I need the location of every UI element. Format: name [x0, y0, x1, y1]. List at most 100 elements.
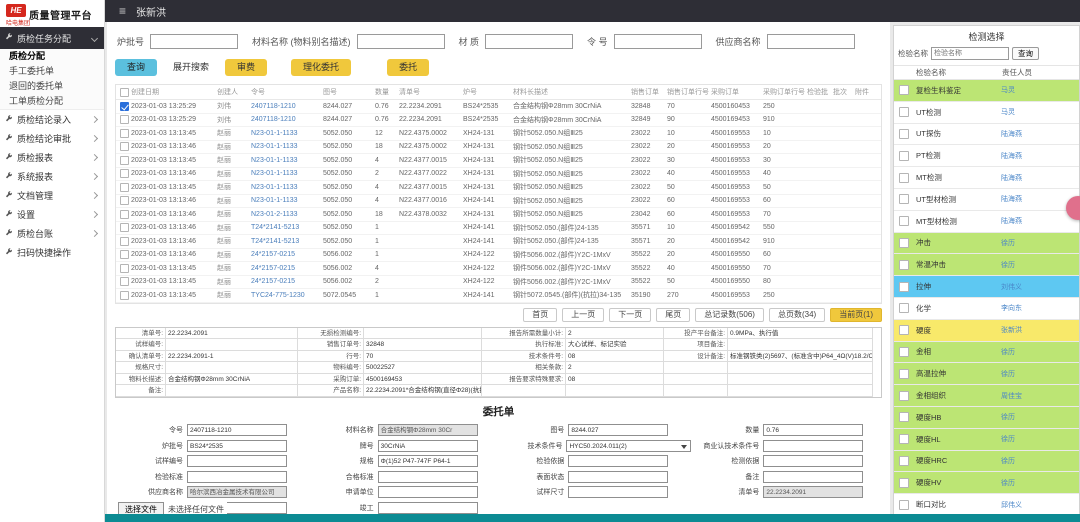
- form-field-input[interactable]: [763, 471, 863, 483]
- table-row[interactable]: 2023-01-03 13:25:29刘伟2407118-12108244.02…: [116, 114, 881, 128]
- row-checkbox[interactable]: [120, 169, 129, 178]
- inspection-item-row[interactable]: 高温拉伸徐历: [894, 363, 1079, 385]
- form-field-input[interactable]: [187, 455, 287, 467]
- inspection-item-row[interactable]: UT型材检测陆海燕: [894, 189, 1079, 211]
- menu-toggle-icon[interactable]: ≡: [119, 4, 126, 18]
- cell-order-no[interactable]: 24*2157-0215: [249, 278, 321, 285]
- toolbar-button[interactable]: 委托: [387, 59, 429, 76]
- sidebar-subitem[interactable]: 手工委托单: [0, 64, 104, 79]
- form-field-input[interactable]: [568, 471, 668, 483]
- table-row[interactable]: 2023-01-03 13:13:46赵丽T24*2141-52135052.0…: [116, 235, 881, 249]
- cell-order-no[interactable]: N23-01-1-1133: [249, 143, 321, 150]
- inspection-item-row[interactable]: 化学李向东: [894, 298, 1079, 320]
- table-row[interactable]: 2023-01-03 13:13:46赵丽N23-01-1-11335052.0…: [116, 195, 881, 209]
- form-field-input[interactable]: [568, 486, 668, 498]
- inspection-checkbox[interactable]: [899, 260, 909, 270]
- table-row[interactable]: 2023-01-03 13:25:29刘伟2407118-12108244.02…: [116, 100, 881, 114]
- pager-button[interactable]: 总页数(34): [769, 308, 825, 322]
- form-field-input[interactable]: [378, 486, 478, 498]
- cell-order-no[interactable]: 24*2157-0215: [249, 265, 321, 272]
- pager-button[interactable]: 当前页(1): [830, 308, 882, 322]
- cell-order-no[interactable]: N23-01-1-1133: [249, 157, 321, 164]
- pager-button[interactable]: 上一页: [562, 308, 604, 322]
- form-field-input[interactable]: [763, 440, 863, 452]
- select-all-checkbox[interactable]: [120, 88, 129, 97]
- inspection-checkbox[interactable]: [899, 369, 909, 379]
- sidebar-group-item[interactable]: 质检结论录入: [0, 110, 104, 129]
- inspection-item-row[interactable]: 断口对比邱伟义: [894, 494, 1079, 515]
- cell-order-no[interactable]: 2407118-1210: [249, 116, 321, 123]
- row-checkbox[interactable]: [120, 142, 129, 151]
- form-field-input[interactable]: 22.2234.2091: [763, 486, 863, 498]
- row-checkbox[interactable]: [120, 291, 129, 300]
- table-row[interactable]: 2023-01-03 13:13:46赵丽N23-01-1-11335052.0…: [116, 168, 881, 182]
- inspection-item-row[interactable]: 金相组织周佳宝: [894, 385, 1079, 407]
- inspection-item-row[interactable]: 硬度张新洪: [894, 320, 1079, 342]
- inspection-item-row[interactable]: 拉伸刘伟义: [894, 276, 1079, 298]
- row-checkbox[interactable]: [120, 237, 129, 246]
- inspection-checkbox[interactable]: [899, 412, 909, 422]
- inspection-checkbox[interactable]: [899, 391, 909, 401]
- current-user[interactable]: 张新洪: [136, 4, 166, 19]
- inspection-checkbox[interactable]: [899, 238, 909, 248]
- row-checkbox[interactable]: [120, 196, 129, 205]
- table-row[interactable]: 2023-01-03 13:13:45赵丽N23-01-1-11335052.0…: [116, 154, 881, 168]
- form-field-input[interactable]: Φ(1)52 P47-747F P64-1: [378, 455, 478, 467]
- toolbar-button[interactable]: 查询: [115, 59, 157, 76]
- search-field-input[interactable]: [767, 34, 855, 49]
- sidebar-group-item[interactable]: 文档管理: [0, 186, 104, 205]
- row-checkbox[interactable]: [120, 156, 129, 165]
- sidebar-header-inspection-tasks[interactable]: 质检任务分配: [0, 27, 104, 49]
- table-row[interactable]: 2023-01-03 13:13:46赵丽T24*2141-52135052.0…: [116, 222, 881, 236]
- table-row[interactable]: 2023-01-03 13:13:45赵丽N23-01-1-11335052.0…: [116, 127, 881, 141]
- pager-button[interactable]: 尾页: [656, 308, 690, 322]
- table-row[interactable]: 2023-01-03 13:13:46赵丽24*2157-02155056.00…: [116, 249, 881, 263]
- row-checkbox[interactable]: [120, 115, 129, 124]
- form-field-input[interactable]: 30CrNiA: [378, 440, 478, 452]
- cell-order-no[interactable]: N23-01-1-1133: [249, 197, 321, 204]
- inspection-checkbox[interactable]: [899, 347, 909, 357]
- sidebar-subitem[interactable]: 退回的委托单: [0, 79, 104, 94]
- sidebar-group-item[interactable]: 扫码快捷操作: [0, 243, 104, 262]
- inspection-item-row[interactable]: 常温冲击徐历: [894, 254, 1079, 276]
- inspection-checkbox[interactable]: [899, 282, 909, 292]
- cell-order-no[interactable]: N23-01-2-1133: [249, 211, 321, 218]
- row-checkbox[interactable]: [120, 129, 129, 138]
- inspection-checkbox[interactable]: [899, 303, 909, 313]
- form-field-input[interactable]: 2407118-1210: [187, 424, 287, 436]
- row-checkbox[interactable]: [120, 277, 129, 286]
- table-row[interactable]: 2023-01-03 13:13:45赵丽24*2157-02155056.00…: [116, 276, 881, 290]
- form-field-select[interactable]: HYC50.2024.011(2): [566, 440, 691, 452]
- inspection-item-row[interactable]: UT探伤陆海燕: [894, 124, 1079, 146]
- inspection-item-row[interactable]: PT检测陆海燕: [894, 145, 1079, 167]
- sidebar-group-item[interactable]: 质检结论审批: [0, 129, 104, 148]
- toolbar-button[interactable]: 理化委托: [291, 59, 351, 76]
- form-field-input[interactable]: 0.76: [763, 424, 863, 436]
- inspection-item-row[interactable]: 硬度HRC徐历: [894, 451, 1079, 473]
- inspection-checkbox[interactable]: [899, 107, 909, 117]
- inspection-item-row[interactable]: 硬度HL徐历: [894, 429, 1079, 451]
- cell-order-no[interactable]: N23-01-1-1133: [249, 130, 321, 137]
- inspection-item-row[interactable]: 冲击徐历: [894, 233, 1079, 255]
- inspection-checkbox[interactable]: [899, 194, 909, 204]
- inspection-item-row[interactable]: MT检测陆海燕: [894, 167, 1079, 189]
- search-field-input[interactable]: [485, 34, 573, 49]
- cell-order-no[interactable]: 2407118-1210: [249, 103, 321, 110]
- pager-button[interactable]: 总记录数(506): [695, 308, 764, 322]
- inspection-checkbox[interactable]: [899, 325, 909, 335]
- row-checkbox[interactable]: [120, 183, 129, 192]
- form-field-input[interactable]: [378, 471, 478, 483]
- search-field-input[interactable]: [357, 34, 445, 49]
- form-field-input[interactable]: 合金结构钢Φ28mm 30Cr: [378, 424, 478, 436]
- row-checkbox[interactable]: [120, 223, 129, 232]
- inspection-checkbox[interactable]: [899, 129, 909, 139]
- pager-button[interactable]: 首页: [523, 308, 557, 322]
- cell-order-no[interactable]: TYC24-775-1230: [249, 292, 321, 299]
- inspection-checkbox[interactable]: [899, 478, 909, 488]
- table-row[interactable]: 2023-01-03 13:13:45赵丽24*2157-02155056.00…: [116, 262, 881, 276]
- search-field-input[interactable]: [614, 34, 702, 49]
- sidebar-group-item[interactable]: 系统报表: [0, 167, 104, 186]
- toolbar-button[interactable]: 展开搜索: [165, 59, 217, 76]
- form-field-input[interactable]: [568, 455, 668, 467]
- table-row[interactable]: 2023-01-03 13:13:45赵丽N23-01-1-11335052.0…: [116, 181, 881, 195]
